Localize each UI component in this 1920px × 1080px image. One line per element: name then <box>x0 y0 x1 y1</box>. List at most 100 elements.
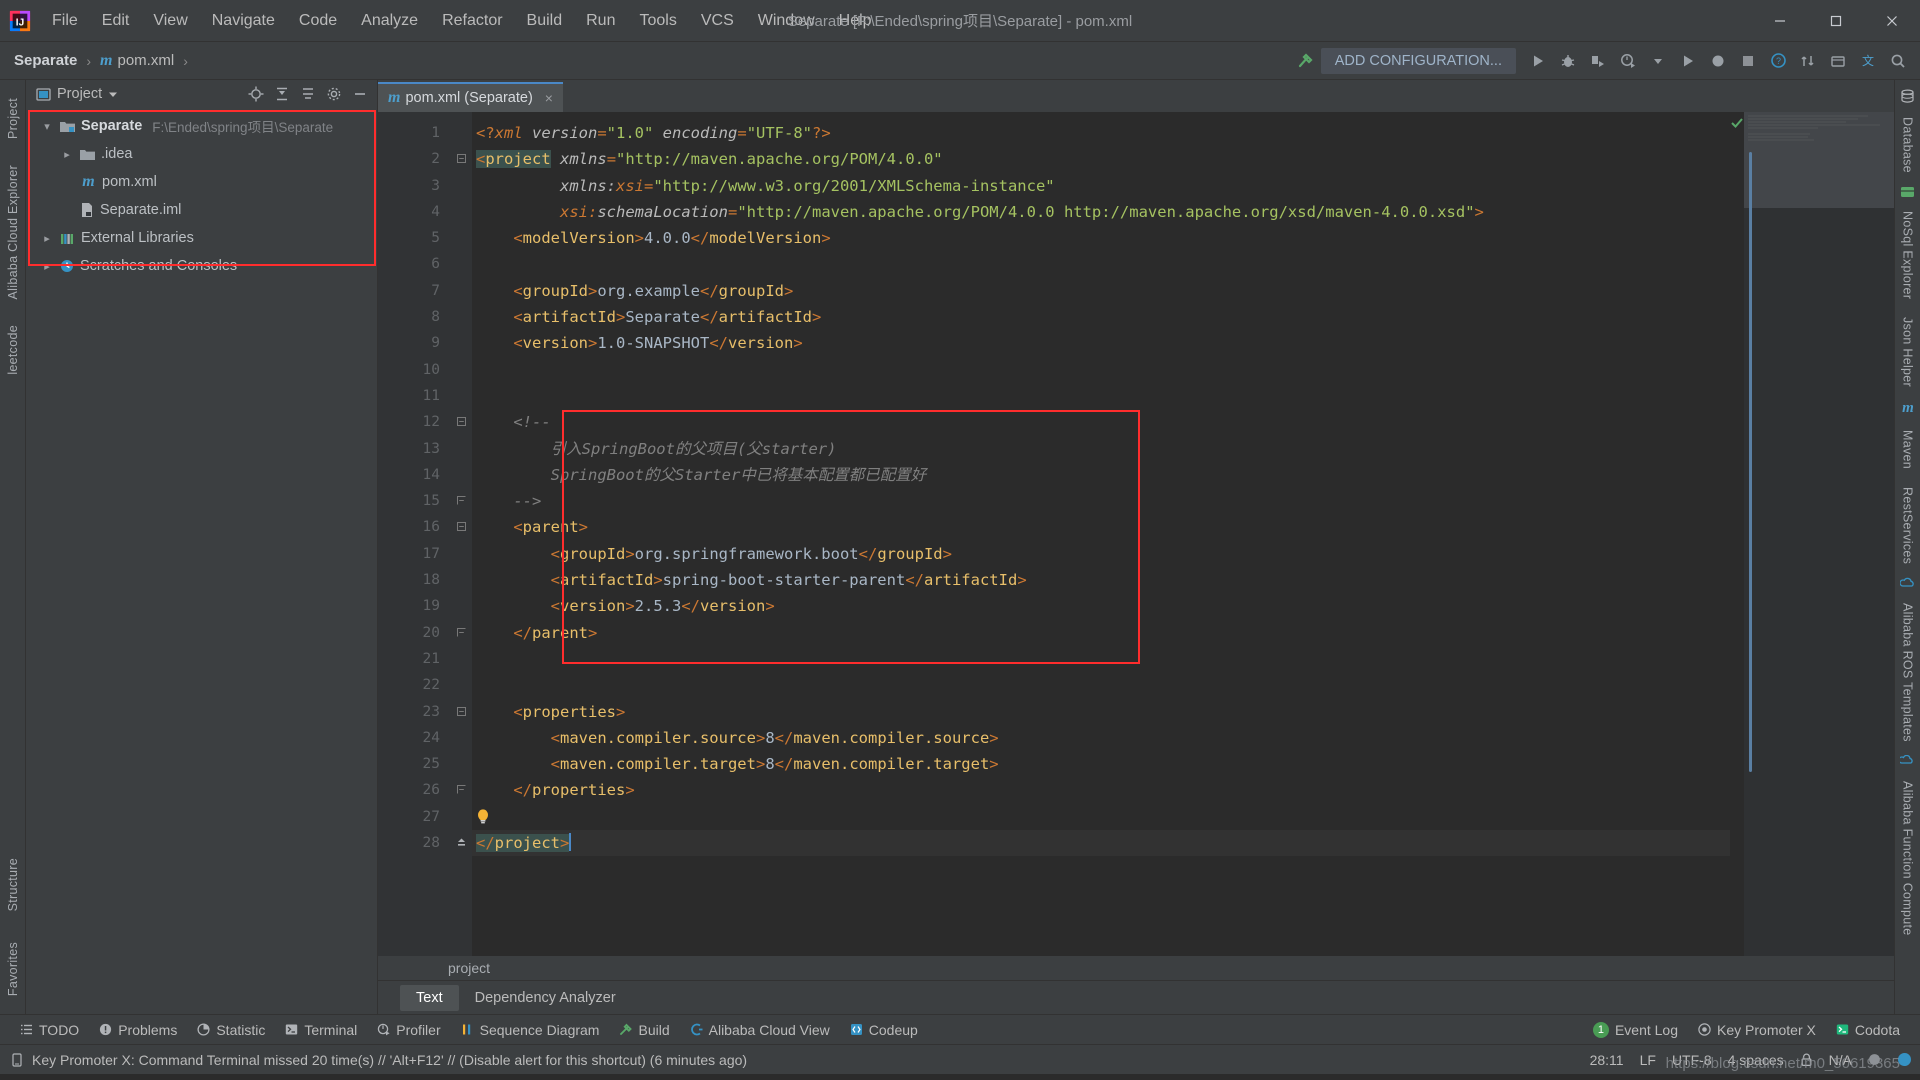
menu-edit[interactable]: Edit <box>90 8 142 34</box>
code-line[interactable]: <version>2.5.3</version> <box>472 593 1730 619</box>
editor-tab-pom-xml[interactable]: m pom.xml (Separate) × <box>378 82 563 112</box>
code-line[interactable]: <artifactId>Separate</artifactId> <box>472 304 1730 330</box>
tree-row-separate-iml[interactable]: Separate.iml <box>26 196 377 224</box>
tree-row-idea[interactable]: ▸ .idea <box>26 140 377 168</box>
menu-tools[interactable]: Tools <box>627 8 688 34</box>
fold-marker-icon[interactable] <box>450 830 472 856</box>
chevron-down-icon[interactable]: ▾ <box>40 120 54 133</box>
tool-button-key-promoter-x[interactable]: Key Promoter X <box>1688 1018 1826 1042</box>
breadcrumb-project[interactable]: Separate <box>14 52 77 69</box>
code-line[interactable] <box>472 383 1730 409</box>
settings-gear-icon[interactable] <box>323 83 345 105</box>
code-line[interactable]: </parent> <box>472 620 1730 646</box>
menu-navigate[interactable]: Navigate <box>200 8 287 34</box>
tree-row-pom-xml[interactable]: m pom.xml <box>26 168 377 196</box>
git-update-icon[interactable] <box>1794 47 1822 75</box>
code-line[interactable]: </properties> <box>472 777 1730 803</box>
fold-marker-icon[interactable] <box>450 146 472 172</box>
menu-bar[interactable]: File Edit View Navigate Code Analyze Ref… <box>40 8 884 34</box>
status-message[interactable]: Key Promoter X: Command Terminal missed … <box>32 1052 747 1068</box>
tool-button-sequence-diagram[interactable]: Sequence Diagram <box>451 1018 610 1042</box>
menu-code[interactable]: Code <box>287 8 349 34</box>
tab-text[interactable]: Text <box>400 984 459 1011</box>
editor-scrollbar-thumb[interactable] <box>1749 152 1752 772</box>
collapse-all-icon[interactable] <box>297 83 319 105</box>
code-line[interactable]: </project> <box>472 830 1730 857</box>
select-opened-file-icon[interactable] <box>245 83 267 105</box>
tool-button-codeup[interactable]: Codeup <box>840 1018 928 1042</box>
tool-button-profiler[interactable]: Profiler <box>367 1018 450 1042</box>
sidebar-item-project[interactable]: Project <box>6 90 20 147</box>
sidebar-item-alibaba-function-compute[interactable]: Alibaba Function Compute <box>1901 773 1915 944</box>
code-line[interactable]: <groupId>org.example</groupId> <box>472 278 1730 304</box>
stop-icon[interactable] <box>1734 47 1762 75</box>
breadcrumb-file[interactable]: pom.xml <box>118 52 175 69</box>
chevron-right-icon[interactable]: ▸ <box>40 232 54 245</box>
tool-button-event-log[interactable]: 1 Event Log <box>1583 1018 1688 1042</box>
tool-button-statistic[interactable]: Statistic <box>187 1018 275 1042</box>
code-line[interactable]: <version>1.0-SNAPSHOT</version> <box>472 330 1730 356</box>
translate-icon[interactable]: 文 <box>1854 47 1882 75</box>
editor-breadcrumb[interactable]: project <box>378 956 1894 980</box>
fold-column[interactable] <box>450 112 472 956</box>
run-with-coverage-icon[interactable] <box>1584 47 1612 75</box>
tab-dependency-analyzer[interactable]: Dependency Analyzer <box>459 985 632 1011</box>
tree-row-separate[interactable]: ▾ Separate F:\Ended\spring项目\Separate <box>26 112 377 140</box>
menu-file[interactable]: File <box>40 8 90 34</box>
sidebar-item-restservices[interactable]: RestServices <box>1901 479 1915 572</box>
close-button[interactable] <box>1864 0 1920 42</box>
close-tab-icon[interactable]: × <box>545 90 553 106</box>
tree-row-scratches-and-consoles[interactable]: ▸ Scratches and Consoles <box>26 252 377 280</box>
code-editor[interactable]: 1 2 3 4 5 6 7 8 9 10 11 12 13 14 15 16 17 18 19 20 21 22 23 24 2… <box>378 112 1894 956</box>
code-line[interactable]: <parent> <box>472 514 1730 540</box>
code-line[interactable] <box>472 804 1730 830</box>
code-line[interactable]: <!-- <box>472 409 1730 435</box>
fold-marker-icon[interactable] <box>450 409 472 435</box>
line-separator[interactable]: LF <box>1640 1052 1656 1068</box>
sidebar-item-database[interactable]: Database <box>1901 109 1915 181</box>
code-content[interactable]: <?xml version="1.0" encoding="UTF-8"?> <p… <box>472 112 1730 956</box>
code-line[interactable]: 引入SpringBoot的父项目(父starter) <box>472 436 1730 462</box>
chevron-down-icon[interactable] <box>1644 47 1672 75</box>
fold-marker-icon[interactable] <box>450 514 472 540</box>
add-configuration-button[interactable]: ADD CONFIGURATION... <box>1320 47 1516 74</box>
debug-icon[interactable] <box>1554 47 1582 75</box>
code-line[interactable]: SpringBoot的父Starter中已将基本配置都已配置好 <box>472 462 1730 488</box>
hide-panel-icon[interactable] <box>349 83 371 105</box>
code-line[interactable] <box>472 646 1730 672</box>
tool-button-terminal[interactable]: Terminal <box>275 1018 367 1042</box>
breadcrumb[interactable]: Separate › m pom.xml › <box>14 52 191 70</box>
code-line[interactable] <box>472 357 1730 383</box>
tool-button-problems[interactable]: Problems <box>89 1018 187 1042</box>
menu-build[interactable]: Build <box>515 8 575 34</box>
code-line[interactable]: <properties> <box>472 699 1730 725</box>
code-line[interactable]: --> <box>472 488 1730 514</box>
sidebar-item-alibaba-ros-templates[interactable]: Alibaba ROS Templates <box>1901 595 1915 750</box>
code-line[interactable]: <maven.compiler.source>8</maven.compiler… <box>472 725 1730 751</box>
tool-button-codota[interactable]: Codota <box>1826 1018 1910 1042</box>
maximize-button[interactable] <box>1808 0 1864 42</box>
tool-button-build[interactable]: Build <box>609 1018 679 1042</box>
minimize-button[interactable] <box>1752 0 1808 42</box>
code-line[interactable]: <modelVersion>4.0.0</modelVersion> <box>472 225 1730 251</box>
sidebar-item-favorites[interactable]: Favorites <box>6 934 20 1004</box>
chevron-right-icon[interactable]: ▸ <box>40 260 54 273</box>
menu-run[interactable]: Run <box>574 8 627 34</box>
intention-bulb-icon[interactable] <box>476 808 490 826</box>
code-line[interactable]: <project xmlns="http://maven.apache.org/… <box>472 146 1730 172</box>
sidebar-item-alibaba-cloud-explorer[interactable]: Alibaba Cloud Explorer <box>6 157 20 307</box>
run-secondary-icon[interactable] <box>1674 47 1702 75</box>
fold-marker-icon[interactable] <box>450 777 472 803</box>
fold-marker-icon[interactable] <box>450 699 472 725</box>
sidebar-item-leetcode[interactable]: leetcode <box>6 317 20 383</box>
menu-analyze[interactable]: Analyze <box>349 8 430 34</box>
fold-marker-icon[interactable] <box>450 488 472 514</box>
expand-all-icon[interactable] <box>271 83 293 105</box>
tool-button-todo[interactable]: TODO <box>10 1018 89 1042</box>
project-tree[interactable]: ▾ Separate F:\Ended\spring项目\Separate ▸ … <box>26 108 377 280</box>
build-hammer-icon[interactable] <box>1291 47 1319 75</box>
sidebar-item-structure[interactable]: Structure <box>6 850 20 919</box>
project-panel-dropdown-icon[interactable] <box>108 89 118 99</box>
caret-position[interactable]: 28:11 <box>1590 1052 1624 1068</box>
minimap[interactable] <box>1744 112 1894 956</box>
